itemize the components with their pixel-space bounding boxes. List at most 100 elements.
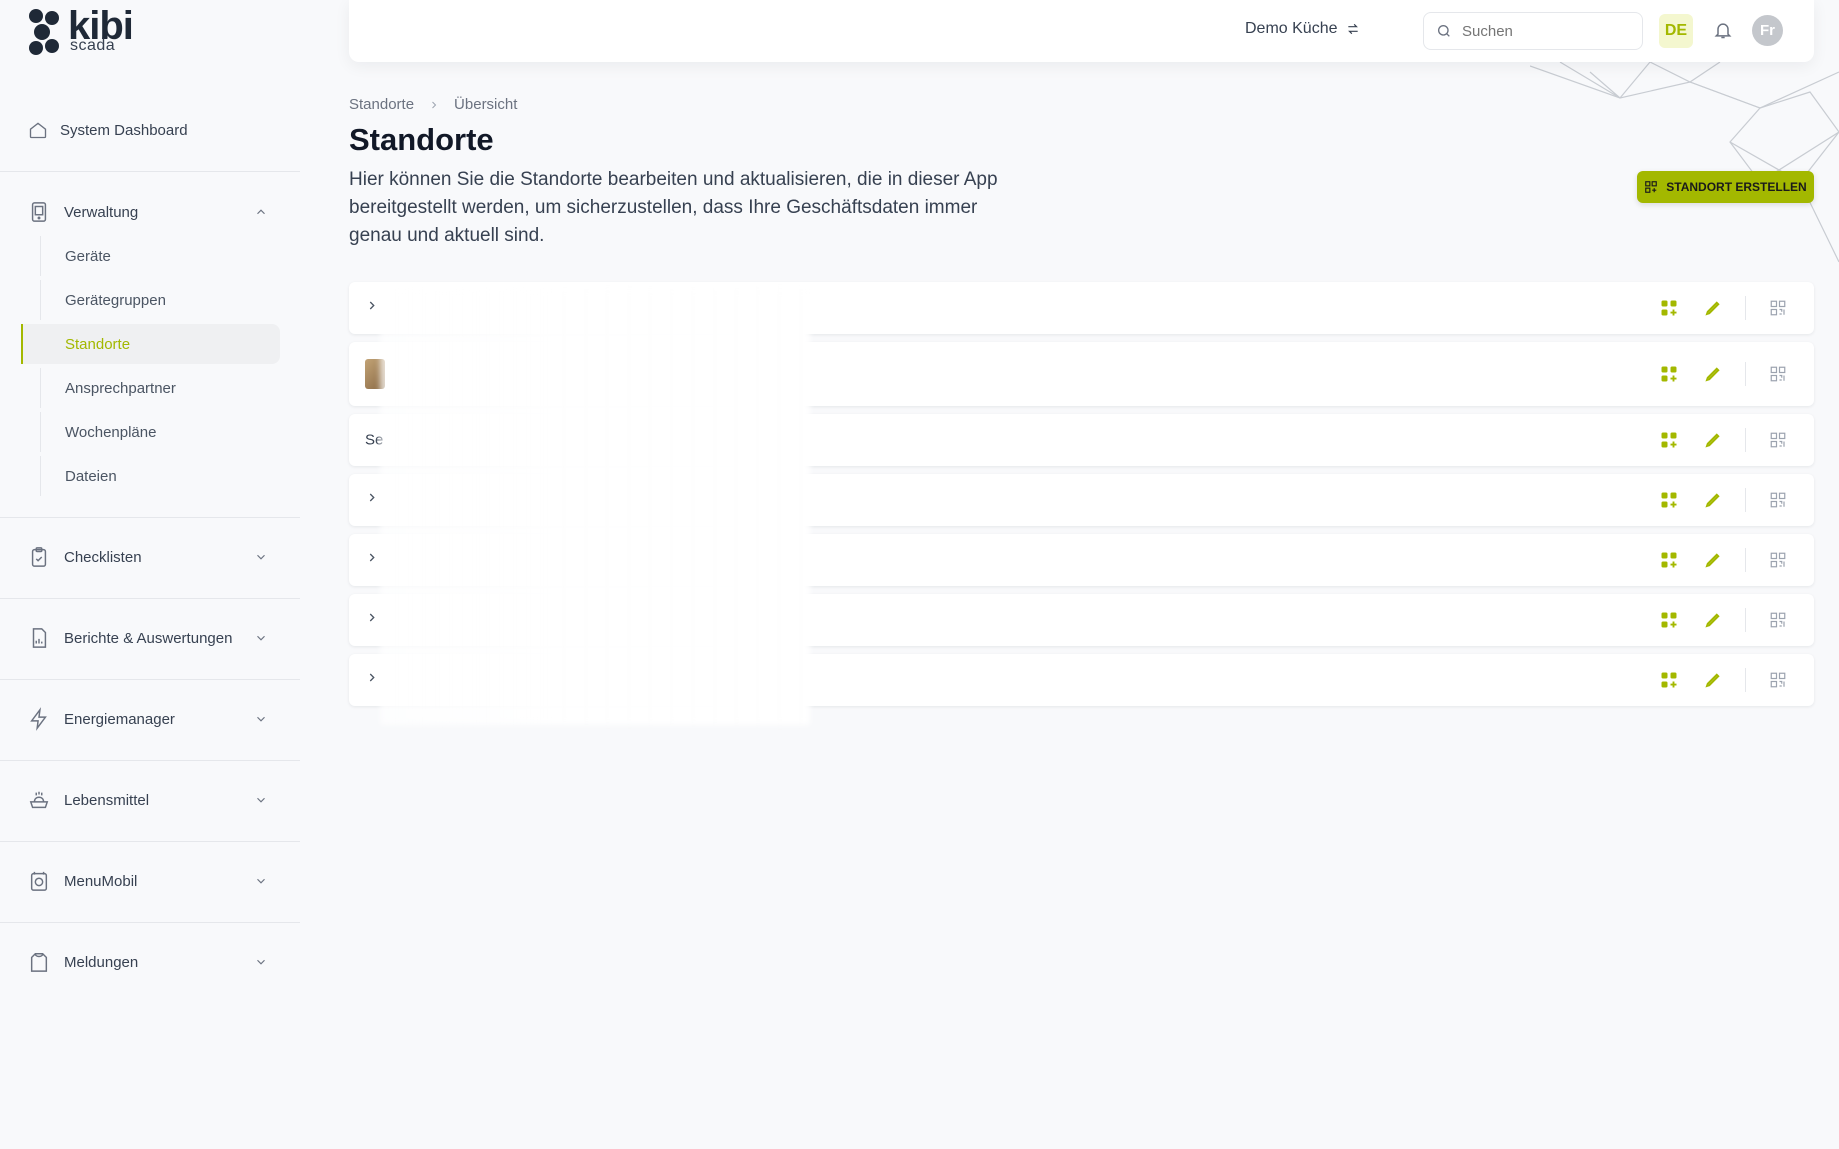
expand-row-button[interactable] [365, 299, 379, 318]
add-widget-button[interactable] [1657, 548, 1681, 572]
chevron-down-icon [257, 797, 265, 803]
divider [1745, 296, 1746, 320]
qr-code-button[interactable] [1766, 548, 1790, 572]
sidebar-item-geraetegruppen[interactable]: Gerätegruppen [40, 280, 279, 320]
add-widget-button[interactable] [1657, 608, 1681, 632]
edit-button[interactable] [1701, 548, 1725, 572]
site-name: Demo Küche [1245, 20, 1338, 37]
food-icon [29, 791, 49, 809]
blurred-overlay [380, 289, 810, 725]
qr-code-icon [1770, 366, 1786, 382]
chevron-right-icon [369, 613, 375, 622]
nav-group-verwaltung[interactable]: Verwaltung [28, 200, 268, 224]
sidebar-item-label: Ansprechpartner [65, 379, 176, 397]
edit-icon [1705, 433, 1720, 448]
qr-code-button[interactable] [1766, 668, 1790, 692]
breadcrumb: Standorte Übersicht [349, 96, 517, 113]
expand-row-button[interactable] [365, 611, 379, 630]
chevron-right-icon [369, 553, 375, 562]
add-widget-icon [1661, 366, 1677, 382]
create-location-label: STANDORT ERSTELLEN [1666, 180, 1807, 194]
edit-icon [1705, 367, 1720, 382]
chevron-right-icon [369, 493, 375, 502]
nav-group-berichte[interactable]: Berichte & Auswertungen [28, 626, 268, 650]
qr-code-icon [1770, 612, 1786, 628]
bell-icon[interactable] [1713, 19, 1733, 41]
language-switcher[interactable]: DE [1659, 14, 1693, 48]
add-widget-button[interactable] [1657, 428, 1681, 452]
edit-button[interactable] [1701, 362, 1725, 386]
avatar[interactable]: Fr [1752, 15, 1783, 46]
expand-row-button[interactable] [365, 551, 379, 570]
nav-group-menumobil[interactable]: MenuMobil [28, 869, 268, 893]
row-actions [1657, 488, 1790, 512]
sidebar-item-label: Dateien [65, 467, 117, 485]
divider [1745, 668, 1746, 692]
qr-code-icon [1770, 492, 1786, 508]
sidebar-item-dateien[interactable]: Dateien [40, 456, 279, 496]
nav-group-label: Berichte & Auswertungen [64, 629, 233, 647]
qr-code-icon [1770, 672, 1786, 688]
qr-code-button[interactable] [1766, 608, 1790, 632]
edit-icon [1705, 493, 1720, 508]
sidebar-item-label: Standorte [65, 335, 131, 353]
nav-group-meldungen[interactable]: Meldungen [28, 950, 268, 974]
chevron-right-icon [369, 301, 375, 310]
divider [0, 760, 300, 761]
breadcrumb-item[interactable]: Standorte [349, 96, 414, 113]
edit-button[interactable] [1701, 428, 1725, 452]
home-icon [29, 122, 47, 139]
chevron-down-icon [257, 959, 265, 965]
divider [0, 841, 300, 842]
report-icon [32, 628, 47, 648]
row-actions [1657, 296, 1790, 320]
chevron-right-icon [432, 101, 437, 108]
qr-code-icon [1770, 300, 1786, 316]
edit-button[interactable] [1701, 488, 1725, 512]
sidebar-item-label: Wochenpläne [65, 423, 157, 441]
nav-group-label: Verwaltung [64, 203, 139, 221]
sidebar: kibi scada System Dashboard Verwaltung G… [0, 0, 300, 1149]
edit-button[interactable] [1701, 296, 1725, 320]
site-switcher[interactable]: Demo Küche [1245, 20, 1360, 38]
nav-group-label: Energiemanager [64, 710, 175, 728]
logo[interactable]: kibi scada [28, 6, 134, 56]
chevron-up-icon [257, 209, 265, 215]
lightning-icon [30, 707, 47, 731]
nav-system-dashboard[interactable]: System Dashboard [28, 120, 188, 140]
expand-row-button[interactable] [365, 491, 379, 510]
shirt-icon [30, 953, 48, 972]
edit-icon [1705, 301, 1720, 316]
nav-group-energiemanager[interactable]: Energiemanager [28, 707, 268, 731]
qr-code-button[interactable] [1766, 428, 1790, 452]
expand-row-button[interactable] [365, 671, 379, 690]
search-box[interactable] [1423, 12, 1643, 50]
row-actions [1657, 548, 1790, 572]
clipboard-check-icon [31, 547, 47, 567]
edit-button[interactable] [1701, 608, 1725, 632]
sidebar-item-geraete[interactable]: Geräte [40, 236, 279, 276]
sidebar-item-label: Gerätegruppen [65, 291, 166, 309]
qr-code-button[interactable] [1766, 296, 1790, 320]
page-description: Hier können Sie die Standorte bearbeiten… [349, 169, 998, 246]
nav-group-checklisten[interactable]: Checklisten [28, 545, 268, 569]
row-actions [1657, 668, 1790, 692]
nav-group-lebensmittel[interactable]: Lebensmittel [28, 788, 268, 812]
qr-code-button[interactable] [1766, 362, 1790, 386]
add-location-icon [1645, 181, 1658, 193]
qr-code-button[interactable] [1766, 488, 1790, 512]
add-widget-button[interactable] [1657, 296, 1681, 320]
add-widget-button[interactable] [1657, 668, 1681, 692]
sidebar-item-wochenplaene[interactable]: Wochenpläne [40, 412, 279, 452]
search-input[interactable] [1460, 21, 1634, 41]
sidebar-item-standorte[interactable]: Standorte [21, 324, 280, 364]
divider [0, 517, 300, 518]
add-widget-button[interactable] [1657, 362, 1681, 386]
create-location-button[interactable]: STANDORT ERSTELLEN [1637, 171, 1814, 203]
swap-icon [1347, 23, 1358, 35]
edit-button[interactable] [1701, 668, 1725, 692]
chevron-down-icon [257, 878, 265, 884]
sidebar-item-ansprechpartner[interactable]: Ansprechpartner [40, 368, 279, 408]
add-widget-button[interactable] [1657, 488, 1681, 512]
add-widget-icon [1661, 492, 1677, 508]
